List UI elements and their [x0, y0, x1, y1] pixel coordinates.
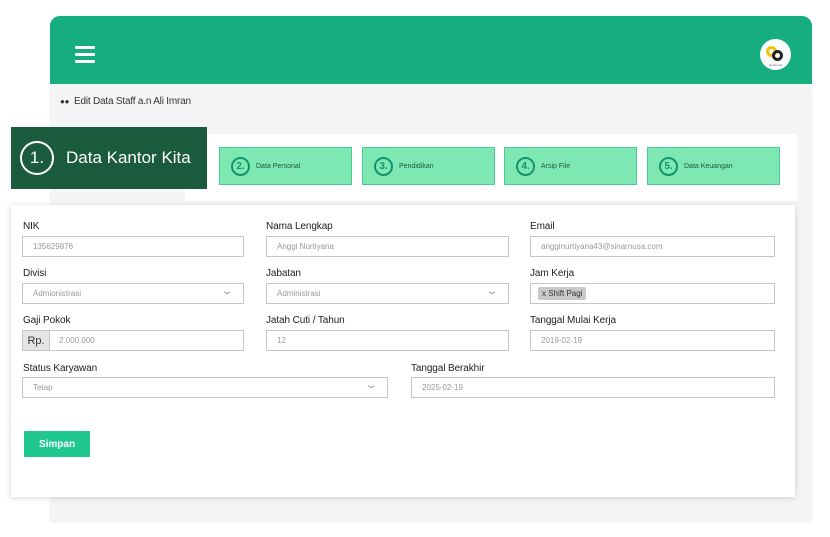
step-number: 1. [20, 141, 54, 175]
top-bar: sinarnusa [50, 16, 812, 84]
jabatan-label: Jabatan [266, 268, 301, 279]
gaji-field[interactable]: Rp. 2.000.000 [22, 330, 244, 351]
email-value: angginurtiyana43@sinarnusa.com [541, 242, 663, 251]
chevron-down-icon: ⌄ [220, 286, 234, 297]
jam-kerja-label: Jam Kerja [530, 268, 575, 279]
step-number: 4. [516, 156, 535, 176]
nik-value: 135629876 [33, 242, 74, 251]
divisi-value: Admionistrasi [33, 289, 82, 298]
hamburger-icon[interactable] [75, 46, 95, 63]
step-label: Pendidikan [399, 162, 434, 170]
step-data-keuangan[interactable]: 5. Data Keuangan [647, 147, 780, 185]
save-button[interactable]: Simpan [24, 431, 90, 457]
nik-field[interactable]: 135629876 [22, 236, 244, 257]
gaji-value: 2.000.000 [59, 336, 95, 345]
tgl-mulai-field[interactable]: 2019-02-19 [530, 330, 775, 351]
step-label: Data Keuangan [684, 162, 733, 170]
step-arsip-file[interactable]: 4. Arsip File [504, 147, 637, 185]
nama-value: Anggi Nurtiyana [277, 242, 334, 251]
status-value: Tetap [33, 383, 53, 392]
step-label: Data Personal [256, 162, 301, 170]
chevron-down-icon: ⌄ [485, 286, 499, 297]
gaji-label: Gaji Pokok [23, 315, 71, 326]
jabatan-select[interactable]: Administrasi ⌄ [266, 283, 509, 304]
email-label: Email [530, 221, 555, 232]
step-number: 3. [374, 156, 393, 176]
page-title-text: Edit Data Staff a.n Ali Imran [74, 96, 191, 107]
status-label: Status Karyawan [23, 363, 98, 374]
tgl-mulai-label: Tanggal Mulai Kerja [530, 315, 616, 326]
form-card: NIK 135629876 Nama Lengkap Anggi Nurtiya… [11, 205, 795, 497]
tgl-akhir-value: 2025-02-19 [422, 383, 463, 392]
jam-kerja-multiselect[interactable]: x Shift Pagi [530, 283, 775, 304]
email-field[interactable]: angginurtiyana43@sinarnusa.com [530, 236, 775, 257]
tgl-mulai-value: 2019-02-19 [541, 336, 582, 345]
step-label: Data Kantor Kita [66, 148, 191, 167]
divisi-label: Divisi [23, 268, 47, 279]
users-icon: ●● [60, 97, 70, 106]
steps-panel: 2. Data Personal 3. Pendidikan 4. Arsip … [185, 134, 797, 201]
cuti-field[interactable]: 12 [266, 330, 509, 351]
page-title: ●● Edit Data Staff a.n Ali Imran [60, 96, 191, 107]
currency-prefix: Rp. [23, 331, 50, 350]
nik-label: NIK [23, 221, 40, 232]
company-logo: sinarnusa [760, 39, 791, 70]
step-pendidikan[interactable]: 3. Pendidikan [362, 147, 495, 185]
tgl-akhir-label: Tanggal Berakhir [411, 363, 485, 374]
step-number: 2. [231, 156, 250, 176]
status-select[interactable]: Tetap ⌄ [22, 377, 388, 398]
logo-caption: sinarnusa [768, 63, 782, 67]
cuti-value: 12 [277, 336, 286, 345]
jabatan-value: Administrasi [277, 289, 321, 298]
chevron-down-icon: ⌄ [364, 380, 378, 391]
nama-label: Nama Lengkap [266, 221, 333, 232]
divisi-select[interactable]: Admionistrasi ⌄ [22, 283, 244, 304]
step-number: 5. [659, 156, 678, 176]
nama-field[interactable]: Anggi Nurtiyana [266, 236, 509, 257]
step-data-kantor-active[interactable]: 1. Data Kantor Kita [11, 127, 207, 189]
shift-tag[interactable]: x Shift Pagi [538, 287, 587, 300]
cuti-label: Jatah Cuti / Tahun [266, 315, 345, 326]
tgl-akhir-field[interactable]: 2025-02-19 [411, 377, 775, 398]
step-label: Arsip File [541, 162, 571, 170]
step-data-personal[interactable]: 2. Data Personal [219, 147, 352, 185]
